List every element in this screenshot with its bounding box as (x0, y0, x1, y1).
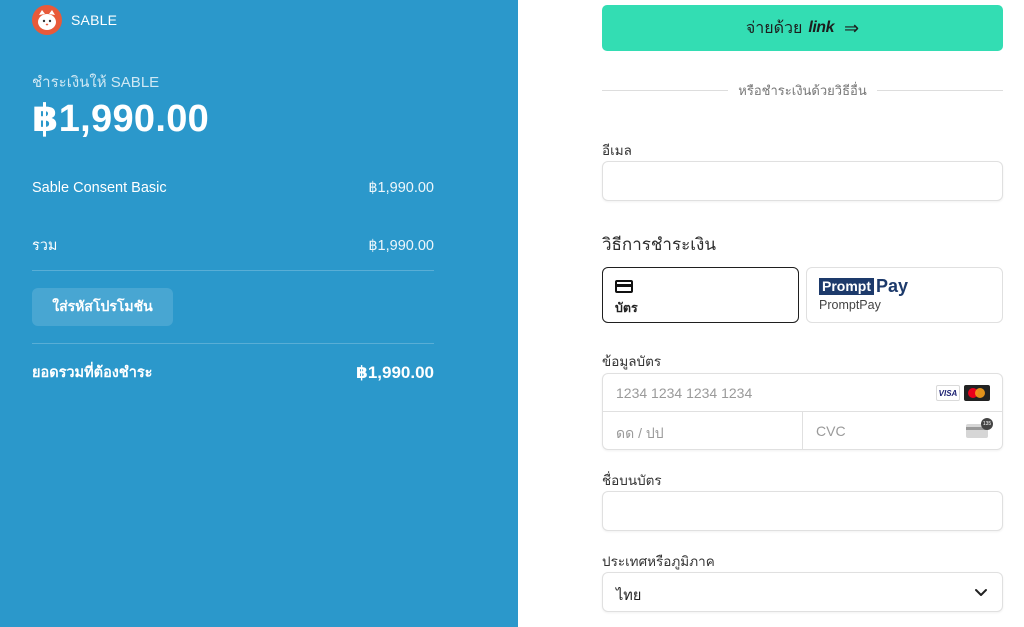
payment-method-card[interactable]: บัตร (602, 267, 799, 323)
cvc-icon-number: 135 (981, 418, 993, 430)
sable-logo-icon (32, 5, 62, 35)
subtotal-label: รวม (32, 238, 58, 254)
total-due-value: ฿1,990.00 (355, 362, 434, 382)
card-info-group: 1234 1234 1234 1234 VISA ดด / ปป CVC 135 (602, 373, 1003, 450)
order-summary-panel: SABLE ชำระเงินให้ SABLE ฿1,990.00 Sable … (0, 0, 518, 627)
card-method-label: บัตร (615, 301, 638, 315)
promptpay-logo-prompt: Prompt (819, 277, 874, 295)
total-amount: ฿1,990.00 (32, 98, 210, 140)
card-info-label: ข้อมูลบัตร (602, 354, 662, 369)
cardholder-name-field[interactable] (602, 491, 1003, 531)
checkout-form-panel: จ่ายด้วย link ⇒ หรือชำระเงินด้วยวิธีอื่น… (518, 0, 1024, 627)
divider-line (602, 89, 729, 91)
pay-to-label: ชำระเงินให้ SABLE (32, 74, 160, 91)
subtotal-row: รวม ฿1,990.00 (32, 234, 434, 257)
promptpay-logo-pay: Pay (876, 275, 909, 296)
cardholder-name-label: ชื่อบนบัตร (602, 473, 662, 488)
payment-method-title: วิธีการชำระเงิน (602, 235, 716, 254)
arrow-right-icon: ⇒ (843, 17, 860, 38)
subtotal-value: ฿1,990.00 (368, 237, 434, 254)
brand[interactable]: SABLE (32, 5, 117, 35)
cvc-card-icon: 135 (966, 418, 993, 438)
link-logo: link (808, 19, 834, 36)
line-item-price: ฿1,990.00 (368, 180, 434, 196)
visa-icon: VISA (936, 385, 960, 401)
total-due-label: ยอดรวมที่ต้องชำระ (32, 365, 153, 381)
promptpay-logo: Prompt Pay (819, 275, 909, 296)
divider (32, 270, 434, 271)
divider-line (876, 89, 1004, 91)
chevron-down-icon (975, 589, 987, 596)
divider (32, 343, 434, 344)
card-number-field[interactable]: 1234 1234 1234 1234 VISA (603, 374, 1002, 412)
pay-with-link-button[interactable]: จ่ายด้วย link ⇒ (602, 5, 1003, 51)
link-button-prefix: จ่ายด้วย (745, 19, 803, 37)
mastercard-icon (964, 385, 990, 401)
country-select[interactable]: ไทย (602, 572, 1003, 612)
brand-name: SABLE (71, 12, 118, 28)
total-due-row: ยอดรวมที่ต้องชำระ ฿1,990.00 (32, 361, 434, 384)
country-label: ประเทศหรือภูมิภาค (602, 554, 715, 569)
or-divider-text: หรือชำระเงินด้วยวิธีอื่น (738, 82, 867, 98)
expiry-field[interactable]: ดด / ปป (603, 412, 803, 450)
promptpay-method-label: PromptPay (819, 298, 881, 312)
or-divider: หรือชำระเงินด้วยวิธีอื่น (602, 80, 1004, 100)
line-item-row: Sable Consent Basic ฿1,990.00 (32, 180, 434, 196)
email-label: อีเมล (602, 143, 632, 158)
email-field[interactable] (602, 161, 1003, 201)
payment-method-promptpay[interactable]: Prompt Pay PromptPay (806, 267, 1003, 323)
promo-code-button[interactable]: ใส่รหัสโปรโมชัน (32, 288, 173, 326)
line-item-name: Sable Consent Basic (32, 180, 167, 196)
expiry-placeholder: ดด / ปป (616, 425, 664, 441)
card-number-placeholder: 1234 1234 1234 1234 (616, 385, 753, 401)
cvc-placeholder: CVC (816, 423, 846, 439)
country-value: ไทย (616, 588, 642, 604)
cvc-field[interactable]: CVC 135 (803, 412, 1002, 450)
card-icon (615, 280, 633, 293)
